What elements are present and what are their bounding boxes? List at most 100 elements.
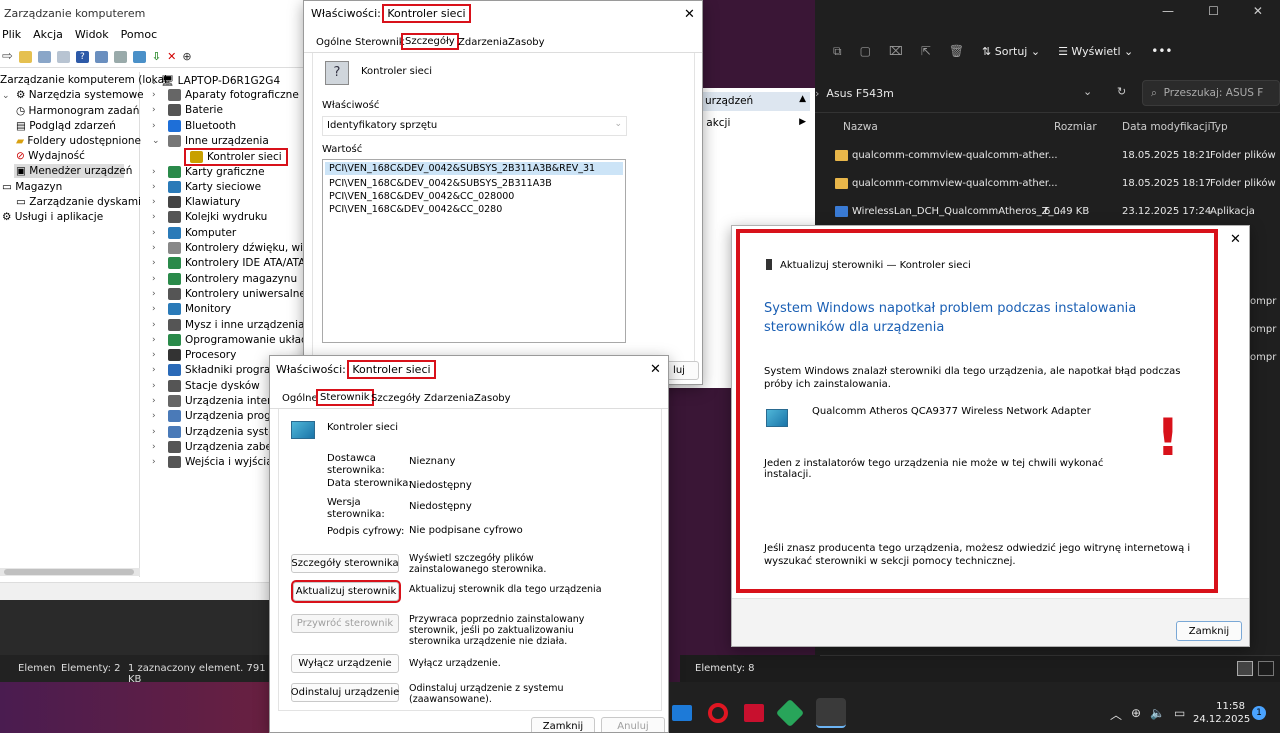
enable-icon[interactable]: ⇩ <box>152 50 161 63</box>
device-category[interactable]: › Klawiatury <box>152 196 240 209</box>
tab-ogolne[interactable]: Ogólne <box>316 37 352 48</box>
view-button[interactable]: ☰ Wyświetl ⌄ <box>1058 45 1133 58</box>
device-kontroler-sieci[interactable]: Kontroler sieci <box>184 148 288 167</box>
action-devices[interactable]: urządzeń ▲ <box>695 92 810 111</box>
device-category[interactable]: › Aparaty fotograficzne <box>152 89 299 101</box>
prop-select[interactable]: Identyfikatory sprzętu ⌄ <box>322 116 627 136</box>
device-category[interactable]: ⌄ Inne urządzenia <box>152 134 269 147</box>
tree-foldery[interactable]: ▰ Foldery udostępnione <box>16 135 141 147</box>
help-icon[interactable]: ? <box>75 50 89 63</box>
device-category[interactable]: › Mysz i inne urządzenia w <box>152 318 316 331</box>
breadcrumb[interactable]: Asus F543m <box>826 87 894 100</box>
p2-close-icon[interactable]: ✕ <box>650 362 661 377</box>
volume-icon[interactable]: 🔈 <box>1150 706 1165 723</box>
driver-details-button[interactable]: Szczegóły sterownika <box>291 554 399 573</box>
tray-chevron-icon[interactable]: ︿ <box>1110 706 1122 723</box>
file-row[interactable]: qualcomm-commview-qualcomm-ather... 18.05… <box>815 173 1280 197</box>
menu-akcja[interactable]: Akcja <box>33 28 63 41</box>
device-category[interactable]: › Kontrolery magazynu <box>152 272 297 285</box>
device-category[interactable]: › Karty graficzne <box>152 165 265 178</box>
app-icon[interactable] <box>775 698 805 728</box>
device-category[interactable]: › Urządzenia zabez <box>152 440 278 453</box>
p1-close-icon[interactable]: ✕ <box>684 7 695 22</box>
remove-icon[interactable]: ✕ <box>167 50 176 63</box>
device-category[interactable]: › Kontrolery uniwersalnej <box>152 287 309 300</box>
tree-root[interactable]: Zarządzanie komputerem (lokal <box>0 74 167 86</box>
value-item[interactable]: PCI\VEN_168C&DEV_0042&CC_0280 <box>323 203 625 216</box>
device-category[interactable]: › Urządzenia syste <box>152 425 275 438</box>
list-icon[interactable] <box>56 50 70 63</box>
update-driver-button[interactable]: Aktualizuj sterownik <box>291 580 401 603</box>
tree-wydajnosc[interactable]: ⊘ Wydajność <box>16 150 85 162</box>
battery-icon[interactable]: ▭ <box>1174 706 1185 723</box>
tab-sterownik[interactable]: Sterownik <box>355 37 405 48</box>
close-icon[interactable]: ✕ <box>1253 4 1263 24</box>
tiles-view-icon[interactable] <box>1258 661 1274 676</box>
tab-zdarzenia[interactable]: Zdarzenia <box>424 393 474 404</box>
clock[interactable]: 11:58 24.12.2025 <box>1193 700 1250 726</box>
delete-icon[interactable]: 🗑 <box>949 44 964 58</box>
col-date[interactable]: Data modyfikacji <box>1122 121 1211 133</box>
device-category[interactable]: › Komputer <box>152 226 236 239</box>
device-category[interactable]: › Baterie <box>152 104 223 117</box>
wizard-close-button[interactable]: Zamknij <box>1176 621 1242 641</box>
tree-uslugi[interactable]: ⚙ Usługi i aplikacje <box>2 211 103 223</box>
device-category[interactable]: › Karty sieciowe <box>152 180 261 193</box>
device-category[interactable]: › Wejścia i wyjścia <box>152 456 273 469</box>
device-category[interactable]: › Kontrolery dźwięku, wide <box>152 242 316 254</box>
device-category[interactable]: › Urządzenia prog <box>152 410 271 423</box>
tab-zasoby[interactable]: Zasoby <box>474 393 511 404</box>
value-item[interactable]: PCI\VEN_168C&DEV_0042&SUBSYS_2B311A3B <box>323 177 625 190</box>
action-more[interactable]: j akcji ▶ <box>700 117 810 133</box>
rename-icon[interactable]: ⌧ <box>889 44 903 58</box>
sort-button[interactable]: ⇅ Sortuj ⌄ <box>982 45 1040 58</box>
menu-plik[interactable]: Plik <box>2 28 21 41</box>
device-category[interactable]: › Urządzenia intert <box>152 395 276 407</box>
tree-harmonogram[interactable]: ◷ Harmonogram zadań <box>16 105 139 117</box>
tab-szczegoly[interactable]: Szczegóły <box>371 393 421 404</box>
tab-szczegoly[interactable]: Szczegóły <box>401 33 459 50</box>
tree-magazyn[interactable]: ▭ Magazyn <box>2 181 62 193</box>
values-list[interactable]: PCI\VEN_168C&DEV_0042&SUBSYS_2B311A3B&RE… <box>322 159 626 343</box>
address-dropdown-icon[interactable]: ⌄ <box>1083 85 1092 98</box>
device-category[interactable]: › Bluetooth <box>152 119 236 132</box>
value-item[interactable]: PCI\VEN_168C&DEV_0042&CC_028000 <box>323 190 625 203</box>
col-size[interactable]: Rozmiar <box>1054 121 1097 133</box>
copy-icon[interactable]: ⧉ <box>833 44 842 59</box>
tree-narzedzia[interactable]: ⚙ Narzędzia systemowe <box>16 89 144 101</box>
tab-zdarzenia[interactable]: Zdarzenia <box>458 37 508 48</box>
tree-podglad[interactable]: ▤ Podgląd zdarzeń <box>16 120 116 132</box>
device-category[interactable]: › Kontrolery IDE ATA/ATAPI <box>152 257 315 270</box>
gift-icon[interactable] <box>744 704 764 722</box>
menu-pomoc[interactable]: Pomoc <box>121 28 157 41</box>
p2-cancel-button[interactable]: Anuluj <box>601 717 665 732</box>
uninstall-device-button[interactable]: Odinstaluj urządzenie <box>291 683 399 702</box>
tree-dyski[interactable]: ▭ Zarządzanie dyskami <box>16 196 141 208</box>
opera-icon[interactable] <box>708 703 728 723</box>
mail-icon[interactable] <box>672 705 692 721</box>
details-view-icon[interactable] <box>1237 661 1253 676</box>
col-type[interactable]: Typ <box>1210 121 1228 133</box>
notification-badge[interactable]: 1 <box>1252 706 1266 720</box>
back-icon[interactable]: ⇨ <box>2 49 13 64</box>
device-category[interactable]: › Kolejki wydruku <box>152 211 267 224</box>
device-category[interactable]: › Stacje dysków <box>152 379 260 392</box>
cm-hscroll[interactable] <box>0 568 140 576</box>
device-root[interactable]: ⌄ 🖥 LAPTOP-D6R1G2G4 <box>150 74 280 87</box>
maximize-icon[interactable]: ☐ <box>1208 4 1219 24</box>
value-item-selected[interactable]: PCI\VEN_168C&DEV_0042&SUBSYS_2B311A3B&RE… <box>325 162 623 175</box>
device-manager-taskbar-icon[interactable] <box>816 698 846 728</box>
menu-widok[interactable]: Widok <box>75 28 109 41</box>
share-icon[interactable]: ⇱ <box>921 44 931 58</box>
grid-icon[interactable] <box>37 50 51 63</box>
device-category[interactable]: › Oprogramowanie układo <box>152 333 314 346</box>
device-category[interactable]: › Procesory <box>152 349 236 362</box>
tab-ogolne[interactable]: Ogólne <box>282 393 318 404</box>
file-row[interactable]: qualcomm-commview-qualcomm-ather... 18.05… <box>815 145 1280 169</box>
wizard-close-icon[interactable]: ✕ <box>1230 232 1241 247</box>
device-category[interactable]: › Monitory <box>152 303 231 316</box>
disable-device-button[interactable]: Wyłącz urządzenie <box>291 654 399 673</box>
more-icon[interactable]: ••• <box>1151 44 1172 58</box>
ex-search[interactable]: ⌕ Przeszukaj: ASUS F <box>1142 80 1280 106</box>
tree-menedzer-urzadzen[interactable]: ▣ Menedżer urządzeń <box>14 164 132 178</box>
